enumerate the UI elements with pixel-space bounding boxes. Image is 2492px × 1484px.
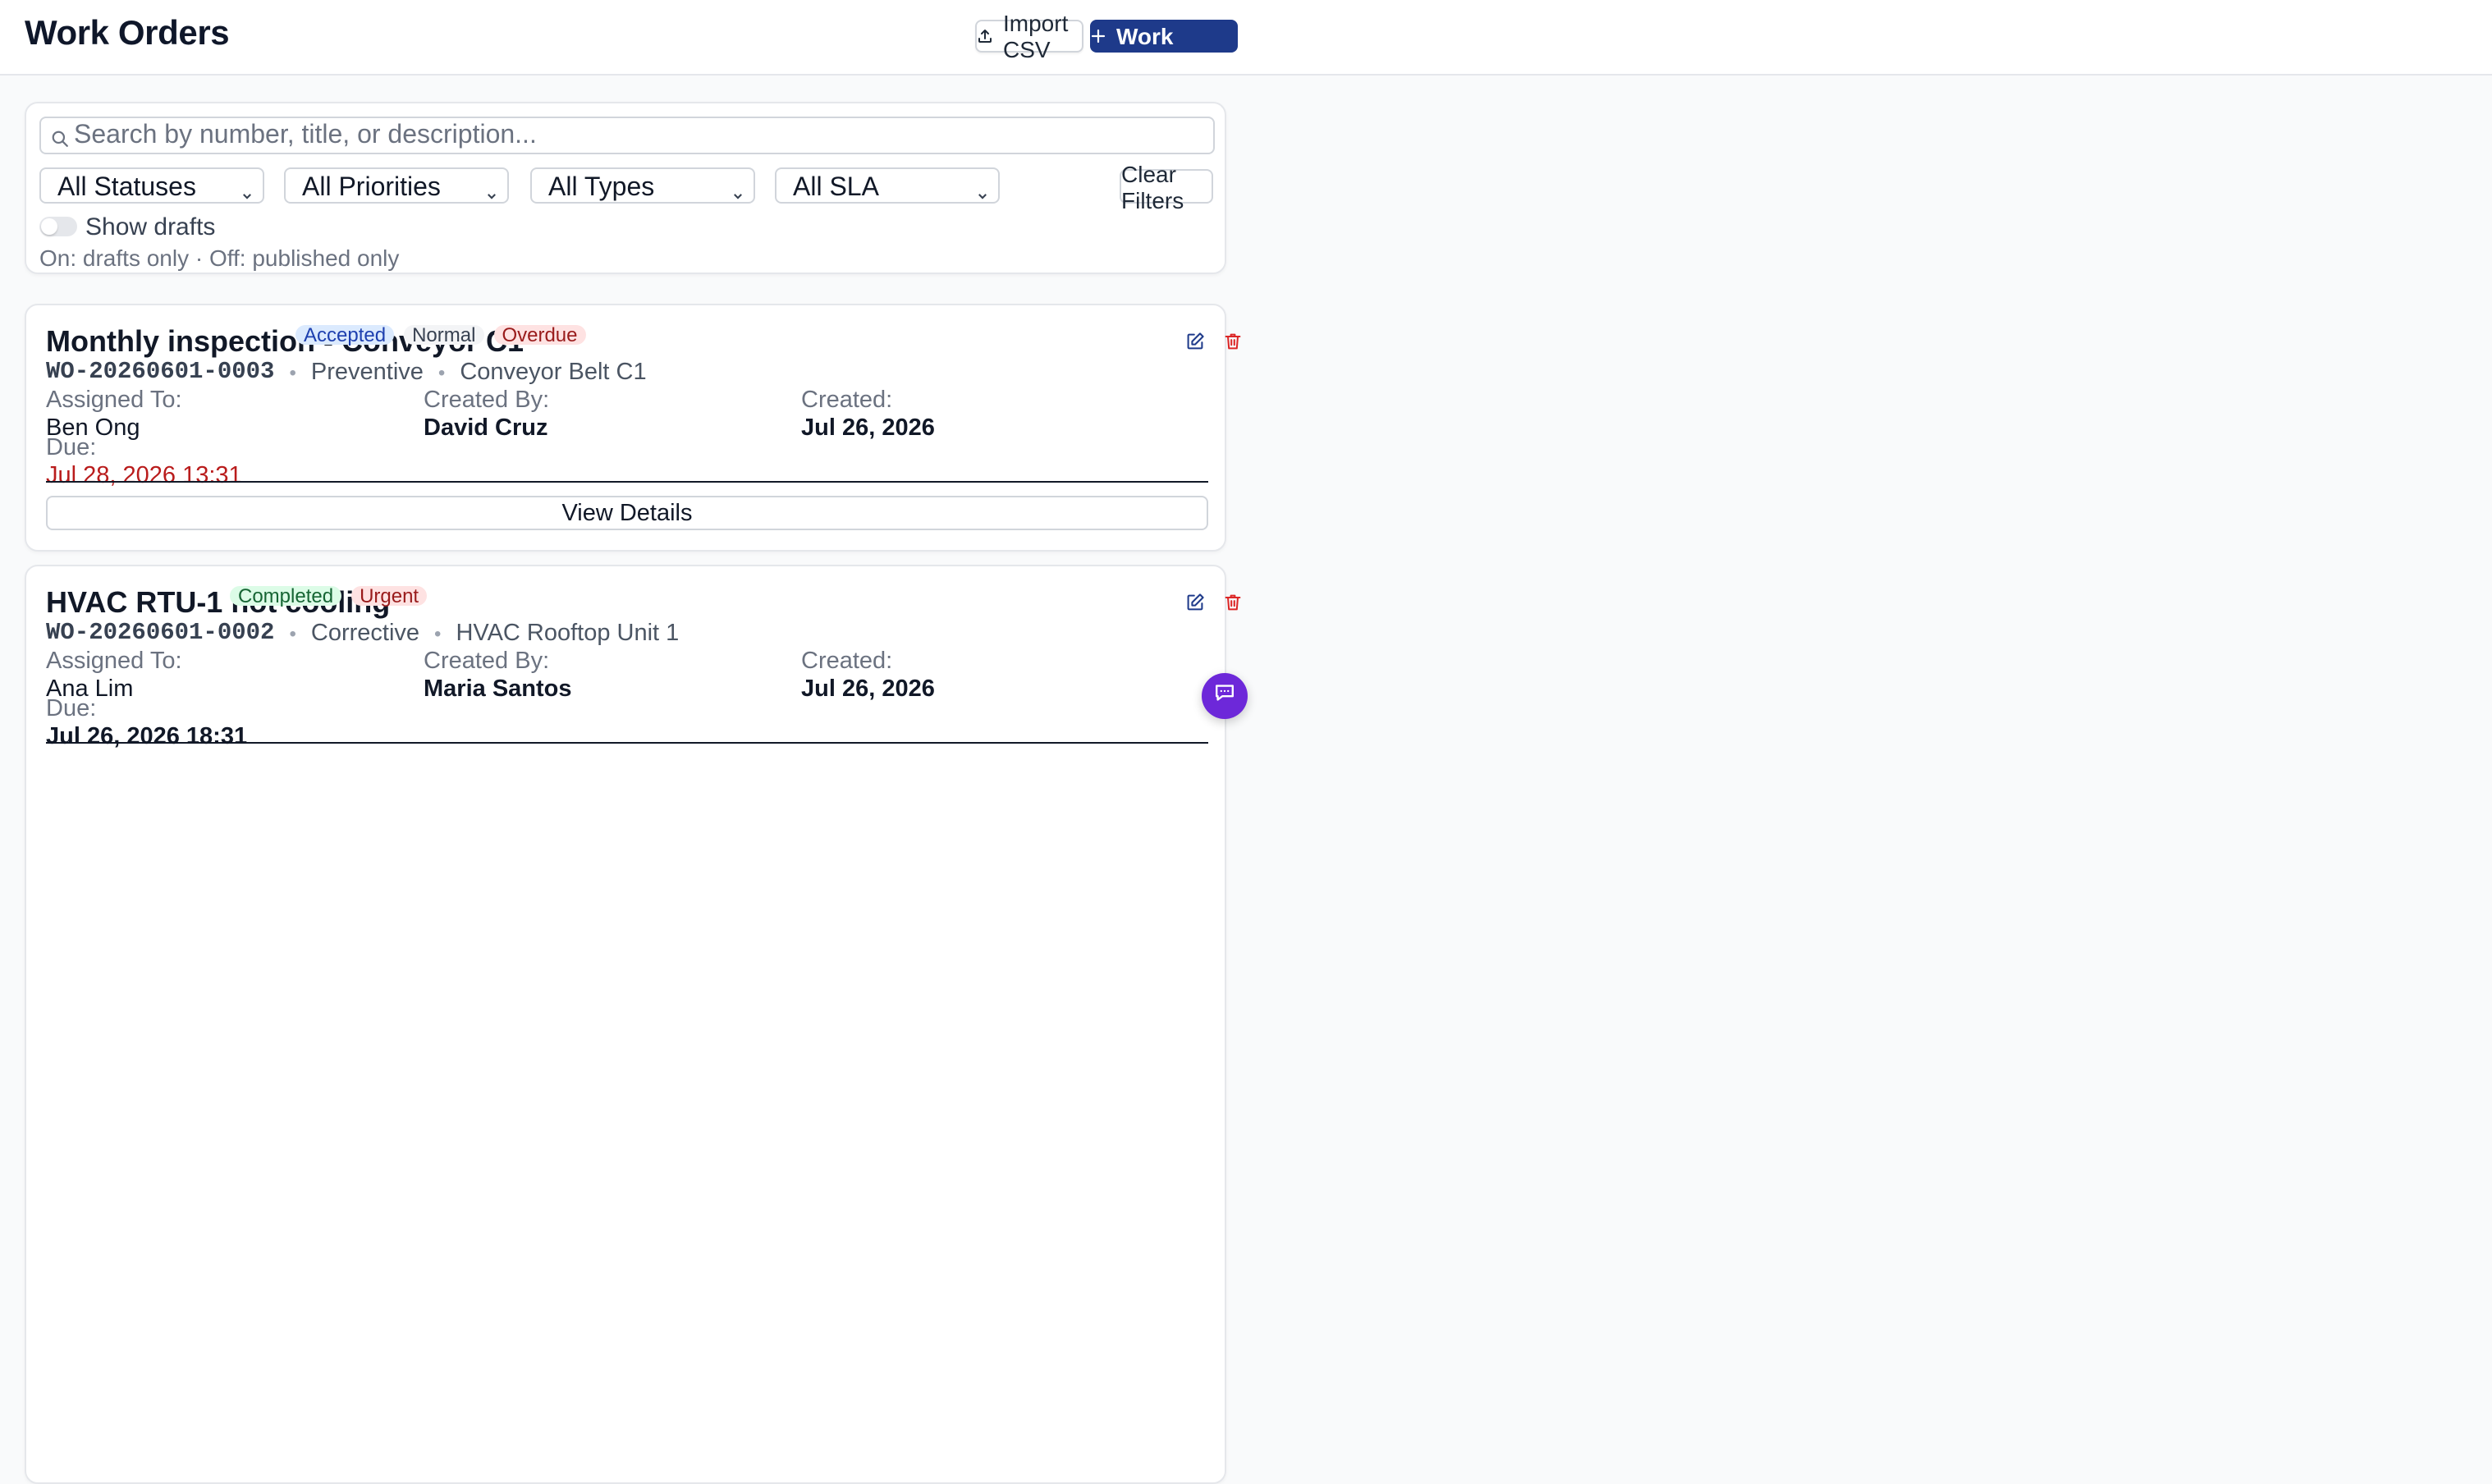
work-order-type: Corrective — [310, 621, 420, 647]
priority-badge: Urgent — [351, 586, 428, 606]
work-order-badges: Completed Urgent — [230, 586, 428, 606]
created-field: Created: Jul 26, 2026 — [801, 648, 935, 703]
work-order-card: HVAC RTU-1 not cooling Completed Urgent … — [25, 565, 1241, 1484]
import-csv-label: Import CSV — [1003, 10, 1069, 62]
edit-icon[interactable] — [1185, 591, 1205, 611]
chevron-down-icon — [241, 181, 253, 210]
created-by-value: Maria Santos — [424, 676, 572, 703]
created-label: Created: — [801, 648, 893, 675]
sla-filter-select[interactable]: All SLA — [775, 167, 1000, 204]
type-filter-value: All Types — [548, 174, 655, 202]
priority-filter-value: All Priorities — [302, 174, 441, 202]
created-by-label: Created By: — [424, 648, 550, 675]
priority-badge: Normal — [404, 325, 484, 345]
import-csv-button[interactable]: Import CSV — [975, 10, 1083, 62]
search-box — [39, 117, 1215, 154]
work-order-meta: WO-20260601-0002 • Corrective • HVAC Roo… — [46, 621, 679, 647]
created-value: Jul 26, 2026 — [801, 676, 935, 703]
work-order-asset: HVAC Rooftop Unit 1 — [456, 621, 680, 647]
assigned-to-label: Assigned To: — [46, 648, 182, 675]
work-order-badges: Accepted Normal Overdue — [295, 325, 586, 345]
filters-panel: All Statuses All Priorities All Types Al… — [25, 102, 1226, 274]
work-order-card: Monthly inspection - Conveyor C1 Accepte… — [25, 304, 1241, 552]
created-by-field: Created By: David Cruz — [424, 387, 549, 442]
status-filter-value: All Statuses — [57, 174, 196, 202]
search-icon — [51, 126, 69, 156]
priority-filter-select[interactable]: All Priorities — [284, 167, 509, 204]
top-bar: Work Orders Import CSV Create Work Order — [0, 0, 2492, 76]
chat-button[interactable] — [1202, 673, 1248, 719]
due-label: Due: — [46, 696, 97, 722]
chat-icon — [1213, 680, 1236, 712]
status-filter-select[interactable]: All Statuses — [39, 167, 264, 204]
sla-badge: Overdue — [493, 325, 586, 345]
created-by-field: Created By: Maria Santos — [424, 648, 572, 703]
created-value: Jul 26, 2026 — [801, 415, 935, 442]
due-value: Jul 28, 2026 13:31 — [46, 463, 242, 489]
upload-icon — [977, 23, 993, 49]
chevron-down-icon — [977, 181, 988, 210]
work-order-number: WO-20260601-0003 — [46, 360, 275, 386]
card-divider — [46, 481, 1208, 483]
status-badge: Accepted — [295, 325, 395, 345]
trash-icon[interactable] — [1223, 330, 1243, 350]
work-order-asset: Conveyor Belt C1 — [460, 360, 647, 386]
created-by-label: Created By: — [424, 387, 550, 414]
chevron-down-icon — [732, 181, 744, 210]
show-drafts-label: Show drafts — [85, 213, 216, 241]
created-field: Created: Jul 26, 2026 — [801, 387, 935, 442]
due-value: Jul 26, 2026 18:31 — [46, 724, 248, 750]
create-work-order-button[interactable]: Create Work Order — [1090, 0, 1238, 76]
show-drafts-toggle[interactable] — [39, 217, 77, 236]
drafts-hint: On: drafts only · Off: published only — [39, 245, 400, 271]
work-orders-page: Work Orders Import CSV Create Work Order — [0, 0, 2492, 1484]
type-filter-select[interactable]: All Types — [530, 167, 755, 204]
due-label: Due: — [46, 435, 97, 461]
clear-filters-button[interactable]: Clear Filters — [1120, 160, 1213, 213]
status-badge: Completed — [230, 586, 342, 606]
view-details-button[interactable]: View Details — [46, 496, 1208, 530]
trash-icon[interactable] — [1223, 591, 1243, 611]
separator-dot: • — [434, 622, 442, 645]
create-work-order-label: Create Work Order — [1116, 0, 1189, 76]
plus-icon — [1090, 23, 1106, 49]
sla-filter-value: All SLA — [793, 174, 879, 202]
created-by-value: David Cruz — [424, 415, 548, 442]
separator-dot: • — [289, 361, 296, 384]
assigned-to-field: Assigned To: Ben Ong — [46, 387, 182, 442]
chevron-down-icon — [486, 181, 497, 210]
edit-icon[interactable] — [1185, 330, 1205, 350]
separator-dot: • — [437, 361, 446, 384]
created-label: Created: — [801, 387, 893, 414]
work-order-meta: WO-20260601-0003 • Preventive • Conveyor… — [46, 360, 647, 386]
assigned-to-label: Assigned To: — [46, 387, 182, 414]
separator-dot: • — [289, 622, 296, 645]
search-input[interactable] — [74, 118, 1190, 153]
card-divider — [46, 742, 1208, 744]
toggle-knob — [41, 218, 57, 235]
work-order-type: Preventive — [310, 360, 424, 386]
page-title: Work Orders — [25, 15, 230, 53]
work-order-number: WO-20260601-0002 — [46, 621, 275, 647]
assigned-to-field: Assigned To: Ana Lim — [46, 648, 182, 703]
